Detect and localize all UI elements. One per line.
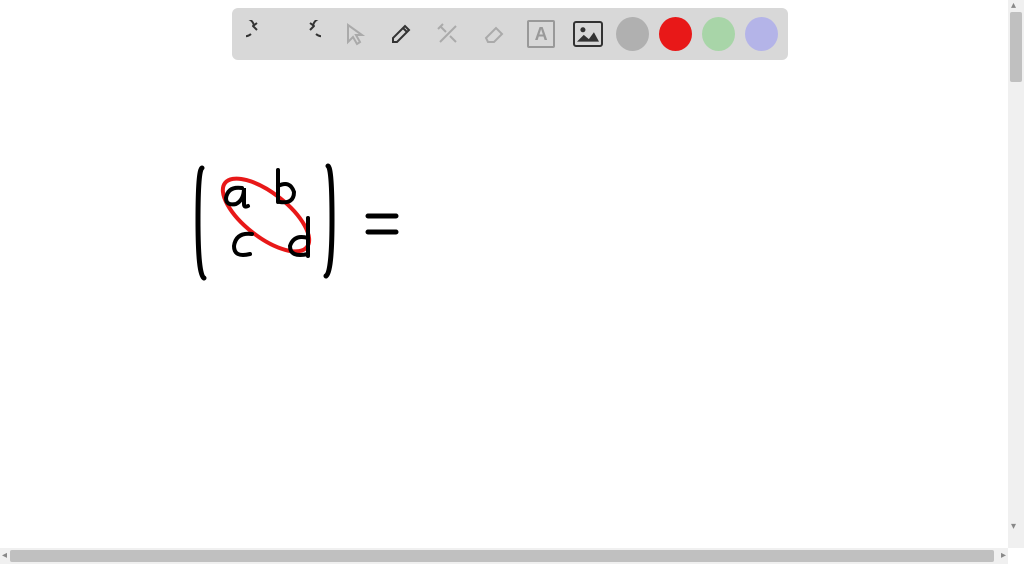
image-button[interactable]	[570, 15, 607, 53]
scroll-left-icon: ◂	[2, 550, 7, 561]
horizontal-scrollbar-thumb[interactable]	[10, 550, 994, 562]
scroll-up-icon: ▴	[1011, 0, 1016, 11]
pointer-button[interactable]	[336, 15, 373, 53]
scroll-right-icon: ▸	[1001, 550, 1006, 561]
tools-button[interactable]	[429, 15, 466, 53]
undo-button[interactable]	[242, 15, 279, 53]
redo-button[interactable]	[289, 15, 326, 53]
undo-icon	[246, 20, 274, 48]
eraser-icon	[480, 20, 508, 48]
image-icon	[573, 21, 603, 47]
pointer-icon	[340, 20, 368, 48]
pen-icon	[387, 20, 415, 48]
text-icon: A	[527, 20, 555, 48]
horizontal-scrollbar[interactable]: ◂ ▸	[0, 548, 1008, 564]
eraser-button[interactable]	[476, 15, 513, 53]
vertical-scrollbar-thumb[interactable]	[1010, 12, 1022, 82]
vertical-scrollbar[interactable]: ▴ ▾	[1008, 0, 1024, 548]
canvas[interactable]	[0, 60, 1024, 564]
scroll-down-icon: ▾	[1011, 521, 1016, 532]
handwritten-drawing	[190, 160, 440, 300]
color-red[interactable]	[659, 17, 692, 51]
toolbar: A	[232, 8, 788, 60]
redo-icon	[293, 20, 321, 48]
text-button[interactable]: A	[523, 15, 560, 53]
pen-button[interactable]	[382, 15, 419, 53]
hammer-wrench-icon	[434, 20, 462, 48]
color-purple[interactable]	[745, 17, 778, 51]
color-green[interactable]	[702, 17, 735, 51]
color-gray[interactable]	[616, 17, 649, 51]
